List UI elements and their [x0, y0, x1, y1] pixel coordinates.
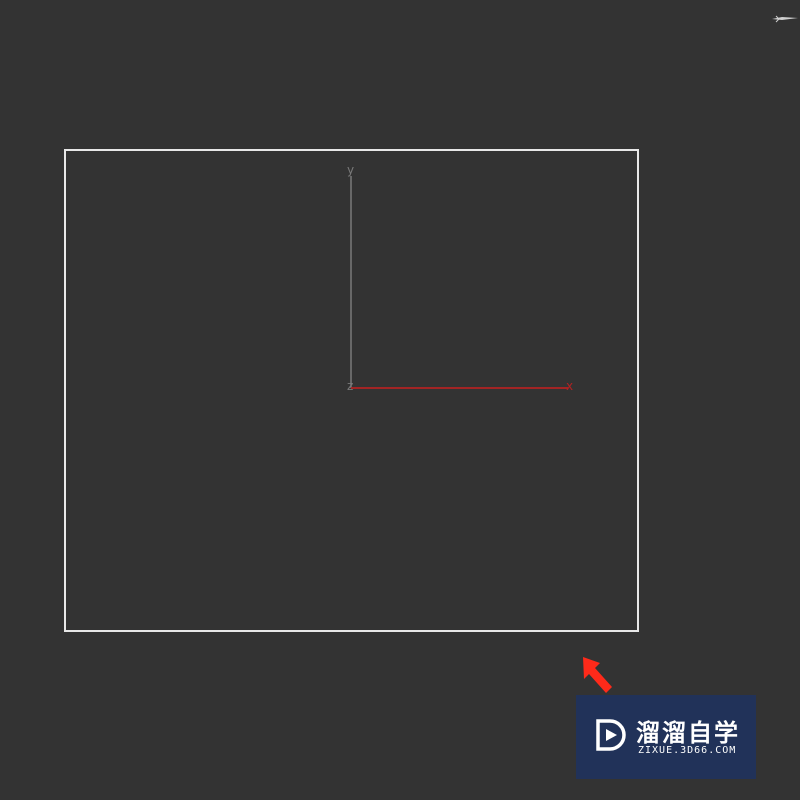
red-arrow-icon: [583, 657, 612, 693]
watermark-badge: 溜溜自学 ZIXUE.3D66.COM: [576, 695, 756, 779]
scale-tool-cursor-icon: [770, 10, 800, 28]
rectangle-shape[interactable]: [64, 149, 639, 632]
watermark-title: 溜溜自学: [636, 719, 740, 747]
play-logo-icon: [596, 719, 626, 751]
viewport-canvas[interactable]: y x z 溜溜自学 ZIXUE.3D66.COM: [0, 0, 800, 800]
watermark-url: ZIXUE.3D66.COM: [638, 745, 737, 756]
